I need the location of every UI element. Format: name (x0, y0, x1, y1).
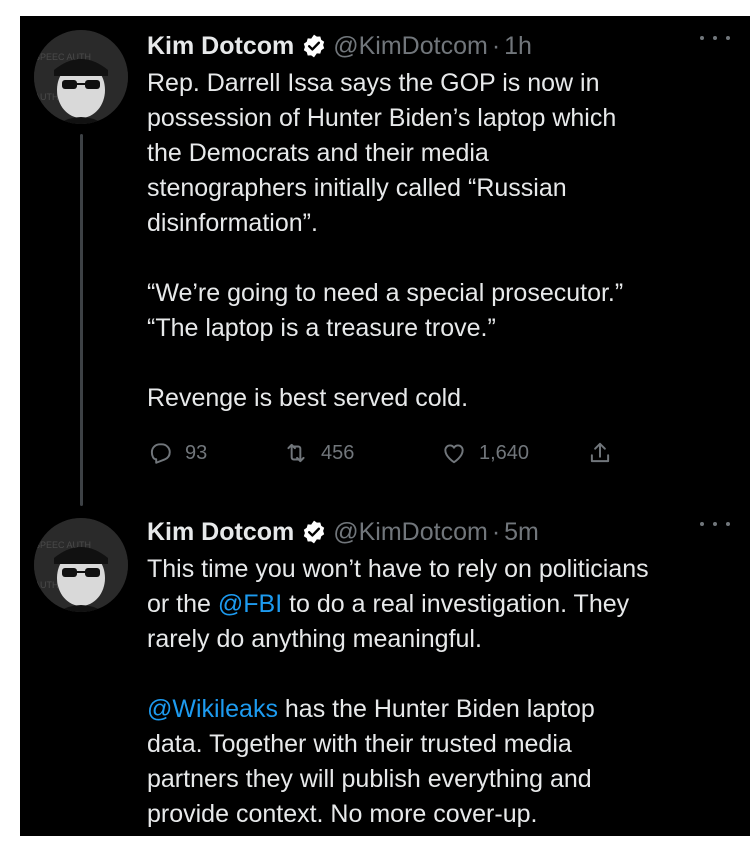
paragraph: “We’re going to need a special prosecuto… (147, 279, 624, 342)
share-button[interactable] (587, 436, 625, 470)
timestamp[interactable]: 1h (504, 32, 532, 61)
paragraph: Rep. Darrell Issa says the GOP is now in… (147, 69, 617, 237)
tweet-actions: 93 456 1,640 (147, 436, 627, 470)
author-name[interactable]: Kim Dotcom (147, 518, 294, 547)
share-icon (590, 442, 610, 463)
separator-dot: · (491, 517, 501, 546)
tweet-header: Kim Dotcom @KimDotcom · 1h (147, 26, 737, 66)
like-count: 1,640 (479, 441, 530, 464)
like-button[interactable]: 1,640 (441, 436, 529, 470)
mention-wikileaks-link[interactable]: @Wikileaks (147, 695, 278, 723)
tweet-text: Rep. Darrell Issa says the GOP is now in… (147, 66, 737, 416)
thread-connector (80, 134, 83, 506)
like-icon (444, 444, 464, 464)
verified-badge-icon (301, 33, 327, 59)
reply-button[interactable]: 93 (147, 436, 207, 470)
author-name[interactable]: Kim Dotcom (147, 32, 294, 61)
reply-icon (150, 443, 171, 464)
avatar[interactable]: SPEEC AUTH AUTH SPEE (34, 518, 128, 612)
retweet-button[interactable]: 456 (283, 436, 354, 470)
mention-fbi-link[interactable]: @FBI (218, 590, 282, 618)
retweet-count: 456 (321, 441, 355, 464)
paragraph: Revenge is best served cold. (147, 384, 469, 412)
reply-count: 93 (185, 441, 208, 464)
avatar[interactable]: SPEEC AUTH AUTH SPEE (34, 30, 128, 124)
author-handle[interactable]: @KimDotcom (333, 518, 488, 547)
tweet-header: Kim Dotcom @KimDotcom · 5m (147, 512, 737, 552)
timestamp[interactable]: 5m (504, 518, 539, 547)
more-icon[interactable] (700, 32, 730, 44)
retweet-icon (287, 443, 305, 463)
more-icon[interactable] (700, 518, 730, 530)
separator-dot: · (491, 31, 501, 60)
verified-badge-icon (301, 519, 327, 545)
tweet-text: This time you won’t have to rely on poli… (147, 552, 737, 832)
tweet-thread: SPEEC AUTH AUTH SPEE Kim Dotcom @KimDotc… (20, 16, 750, 836)
author-handle[interactable]: @KimDotcom (333, 32, 488, 61)
